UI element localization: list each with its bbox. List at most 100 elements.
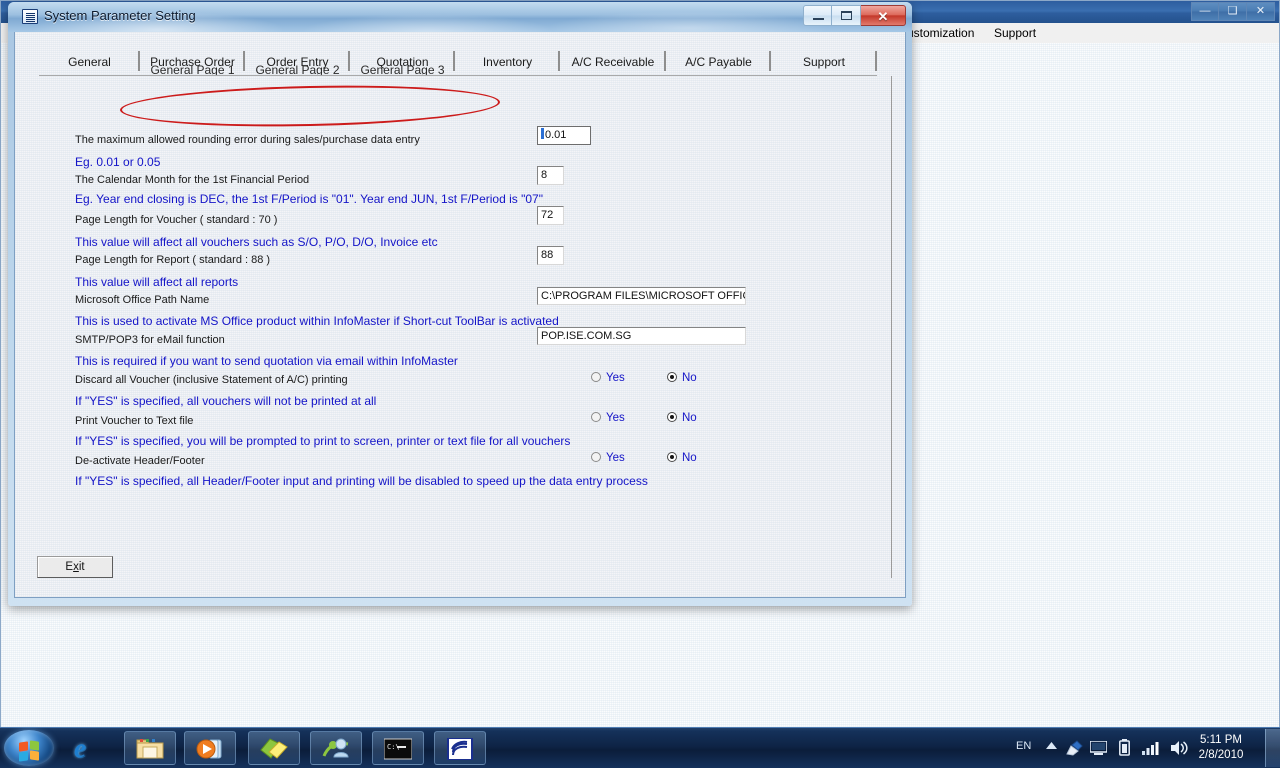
- taskbar-item-sticky-notes[interactable]: [248, 731, 300, 765]
- radio-print-voucher-no[interactable]: No: [667, 412, 697, 424]
- signal-bars-icon[interactable]: [1142, 741, 1160, 758]
- menu-item-support[interactable]: Support: [994, 26, 1036, 40]
- list-window-icon: [22, 9, 38, 24]
- taskbar: e: [0, 727, 1280, 768]
- label-page-length-report: Page Length for Report ( standard : 88 ): [75, 254, 270, 266]
- menu-item-customization[interactable]: ustomization: [907, 26, 974, 40]
- clock-time: 5:11 PM: [1188, 733, 1254, 748]
- window-client-area: General Purchase Order Order Entry Quota…: [14, 32, 906, 598]
- input-smtp-pop3[interactable]: POP.ISE.COM.SG: [537, 327, 746, 345]
- radio-label: Yes: [606, 372, 625, 384]
- radio-dot: [591, 412, 601, 422]
- tab-label: Support: [803, 55, 845, 69]
- input-rounding-error[interactable]: 0.01: [537, 126, 591, 145]
- tab-support[interactable]: Support: [771, 50, 877, 76]
- hint-discard-all-voucher: If "YES" is specified, all vouchers will…: [75, 394, 376, 408]
- taskbar-item-command-prompt[interactable]: C:\: [372, 731, 424, 765]
- desktop: — ❑ ✕ ustomization Support System Parame…: [0, 0, 1280, 768]
- label-page-length-voucher: Page Length for Voucher ( standard : 70 …: [75, 214, 277, 226]
- hint-calendar-month: Eg. Year end closing is DEC, the 1st F/P…: [75, 192, 543, 206]
- radio-print-voucher-yes[interactable]: Yes: [591, 412, 625, 424]
- radio-deactivate-header-yes[interactable]: Yes: [591, 452, 625, 464]
- background-close-button[interactable]: ✕: [1247, 2, 1275, 21]
- input-ms-office-path[interactable]: C:\PROGRAM FILES\MICROSOFT OFFICE\OFF: [537, 287, 746, 305]
- internet-explorer-icon[interactable]: e: [68, 734, 112, 762]
- system-tray: EN: [1002, 728, 1280, 768]
- taskbar-item-messenger[interactable]: [310, 731, 362, 765]
- windows-explorer-icon: [136, 738, 164, 760]
- network-monitor-icon[interactable]: [1090, 741, 1107, 758]
- show-hidden-icons-chevron[interactable]: [1046, 742, 1057, 754]
- exit-label-pre: E: [65, 561, 73, 573]
- label-print-voucher-text: Print Voucher to Text file: [75, 415, 193, 427]
- hint-deactivate-header-footer: If "YES" is specified, all Header/Footer…: [75, 474, 648, 488]
- panel-right-rule: [891, 76, 892, 578]
- input-value: 72: [541, 209, 553, 221]
- battery-icon[interactable]: [1119, 739, 1130, 759]
- exit-label-post: it: [79, 561, 85, 573]
- input-page-length-report[interactable]: 88: [537, 246, 564, 265]
- radio-label: No: [682, 452, 697, 464]
- radio-label: Yes: [606, 452, 625, 464]
- tray-language-indicator[interactable]: EN: [1016, 740, 1031, 752]
- radio-dot: [667, 412, 677, 422]
- radio-discard-voucher-yes[interactable]: Yes: [591, 372, 625, 384]
- radio-deactivate-header-no[interactable]: No: [667, 452, 697, 464]
- radio-dot: [667, 372, 677, 382]
- label-ms-office-path: Microsoft Office Path Name: [75, 294, 209, 306]
- text-caret: [541, 128, 544, 139]
- radio-dot: [667, 452, 677, 462]
- system-parameter-setting-window: System Parameter Setting ✕ General Purch…: [8, 2, 912, 606]
- taskbar-item-infomaster[interactable]: [434, 731, 486, 765]
- window-titlebar[interactable]: System Parameter Setting ✕: [8, 2, 912, 32]
- exit-button[interactable]: Exit: [37, 556, 113, 578]
- taskbar-item-windows-explorer[interactable]: [124, 731, 176, 765]
- tab-label: General: [68, 55, 111, 69]
- input-page-length-voucher[interactable]: 72: [537, 206, 564, 225]
- radio-label: Yes: [606, 412, 625, 424]
- tab-inventory[interactable]: Inventory: [455, 50, 560, 76]
- radio-label: No: [682, 372, 697, 384]
- close-button[interactable]: ✕: [861, 5, 906, 26]
- infomaster-app-icon: [446, 738, 474, 760]
- input-value: 0.01: [545, 129, 566, 141]
- windows-start-orb[interactable]: [4, 730, 54, 766]
- tab-general[interactable]: General: [39, 50, 140, 76]
- window-title: System Parameter Setting: [44, 8, 196, 23]
- radio-dot: [591, 452, 601, 462]
- tab-ac-payable[interactable]: A/C Payable: [666, 50, 771, 76]
- taskbar-item-media-player[interactable]: [184, 731, 236, 765]
- volume-speaker-icon[interactable]: [1170, 740, 1189, 759]
- tab-separator: [875, 51, 877, 71]
- background-maximize-button[interactable]: ❑: [1219, 2, 1247, 21]
- tab-label: A/C Payable: [685, 55, 752, 69]
- hint-smtp-pop3: This is required if you want to send quo…: [75, 354, 458, 368]
- tab-label: Inventory: [483, 55, 532, 69]
- windows-media-player-icon: [196, 738, 224, 760]
- tab-ac-receivable[interactable]: A/C Receivable: [560, 50, 666, 76]
- hint-print-voucher-text: If "YES" is specified, you will be promp…: [75, 434, 570, 448]
- ink-pen-icon[interactable]: [1066, 740, 1083, 759]
- command-prompt-icon: C:\: [384, 738, 412, 760]
- windows-live-messenger-icon: [322, 738, 350, 760]
- label-smtp-pop3: SMTP/POP3 for eMail function: [75, 334, 225, 346]
- label-calendar-month: The Calendar Month for the 1st Financial…: [75, 174, 309, 186]
- window-controls: ✕: [803, 5, 906, 26]
- radio-dot: [591, 372, 601, 382]
- maximize-button[interactable]: [832, 5, 861, 26]
- label-rounding-error: The maximum allowed rounding error durin…: [75, 134, 420, 146]
- tab-label: A/C Receivable: [572, 55, 655, 69]
- show-desktop-button[interactable]: [1265, 729, 1280, 767]
- clock[interactable]: 5:11 PM 2/8/2010: [1188, 733, 1254, 763]
- background-window-controls: — ❑ ✕: [1191, 2, 1275, 21]
- input-calendar-month[interactable]: 8: [537, 166, 564, 185]
- radio-label: No: [682, 412, 697, 424]
- background-minimize-button[interactable]: —: [1191, 2, 1219, 21]
- sticky-notes-icon: [260, 738, 288, 760]
- input-value: C:\PROGRAM FILES\MICROSOFT OFFICE\OFF: [541, 290, 746, 302]
- hint-ms-office-path: This is used to activate MS Office produ…: [75, 314, 559, 328]
- radio-discard-voucher-no[interactable]: No: [667, 372, 697, 384]
- minimize-button[interactable]: [803, 5, 832, 26]
- input-value: 8: [541, 169, 547, 181]
- label-discard-all-voucher: Discard all Voucher (inclusive Statement…: [75, 374, 348, 386]
